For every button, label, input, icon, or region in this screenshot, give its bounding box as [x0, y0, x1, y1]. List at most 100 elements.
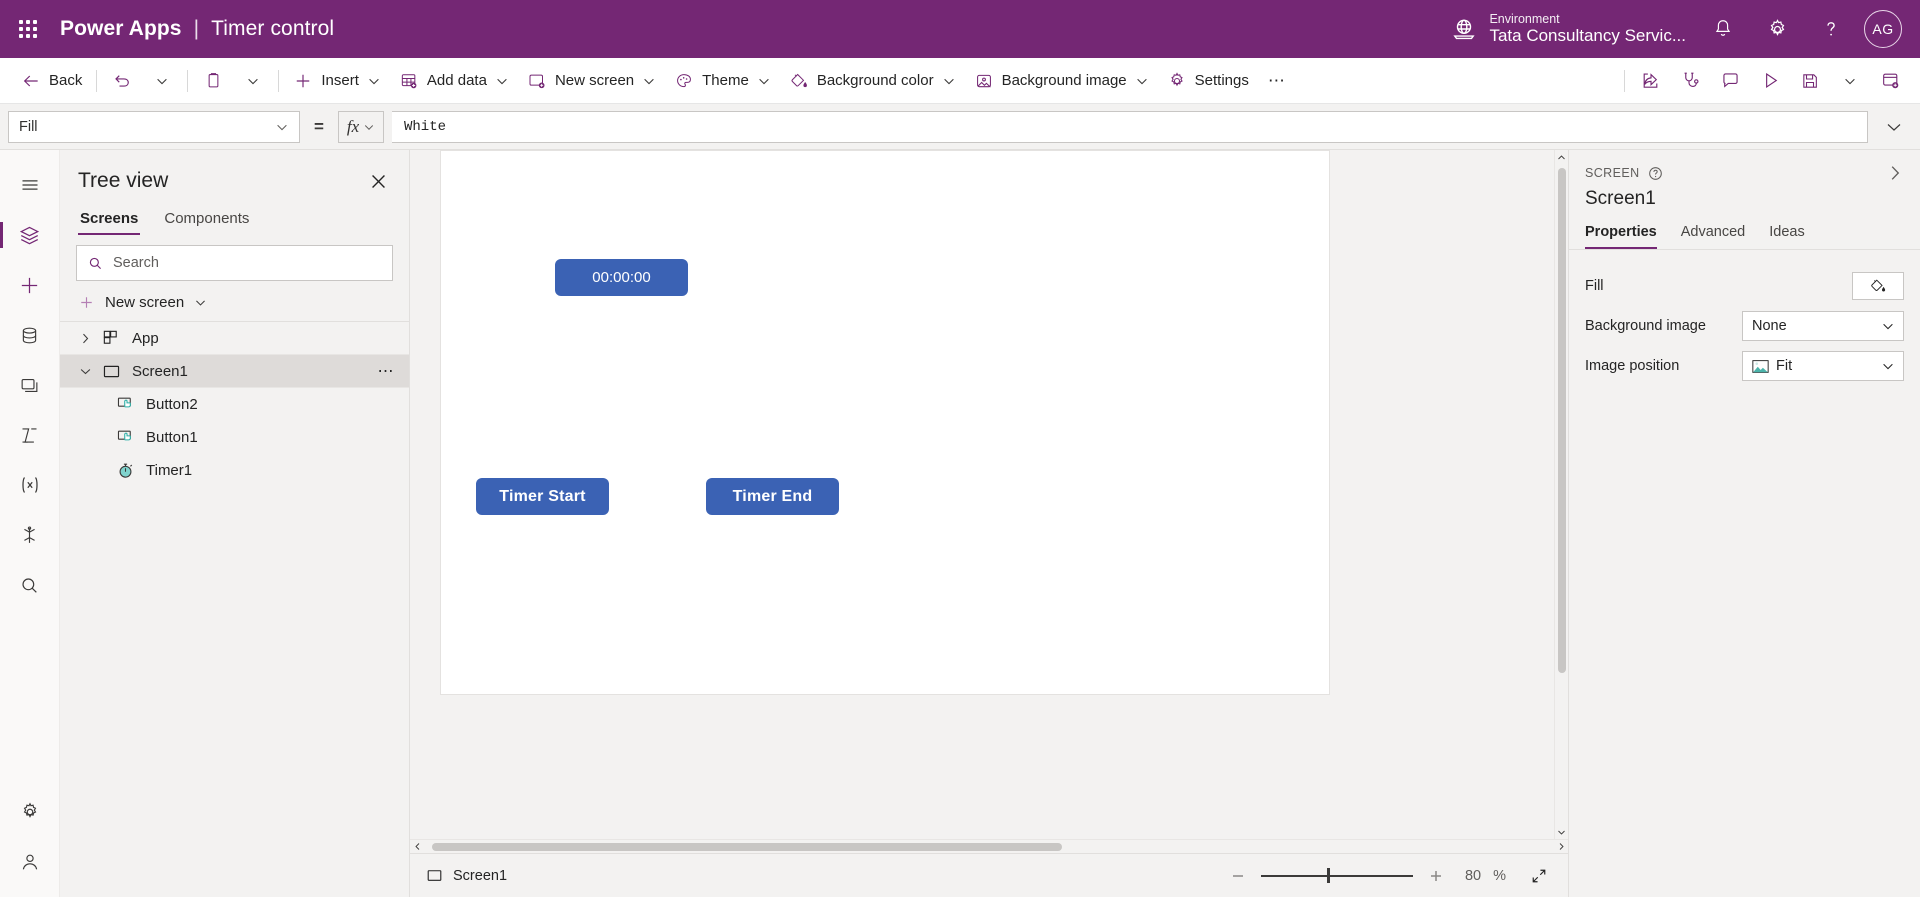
- tab-components[interactable]: Components: [162, 204, 251, 235]
- database-icon: [19, 325, 40, 346]
- zoom-slider-thumb[interactable]: [1327, 868, 1331, 883]
- tree-node-app[interactable]: App: [60, 322, 409, 355]
- canvas-horizontal-scrollbar[interactable]: [410, 839, 1568, 853]
- settings-button[interactable]: [1750, 0, 1804, 58]
- scroll-left-icon[interactable]: [410, 842, 424, 851]
- more-commands-button[interactable]: ⋯: [1258, 71, 1297, 91]
- rail-account-button[interactable]: [8, 837, 52, 887]
- share-button[interactable]: [1630, 63, 1670, 99]
- tab-screens[interactable]: Screens: [78, 204, 141, 235]
- divider: [1624, 69, 1625, 92]
- background-image-select[interactable]: None: [1742, 311, 1904, 341]
- collapse-panel-button[interactable]: [1886, 164, 1904, 182]
- scroll-down-icon[interactable]: [1555, 825, 1568, 839]
- undo-dropdown[interactable]: [142, 63, 182, 99]
- status-screen-indicator[interactable]: Screen1: [426, 867, 507, 884]
- tree-node-timer1[interactable]: Timer1: [60, 454, 409, 487]
- tree-node-screen1[interactable]: Screen1 ⋯: [60, 355, 409, 388]
- zoom-out-button[interactable]: [1227, 865, 1249, 887]
- undo-button[interactable]: [102, 63, 142, 99]
- property-selector[interactable]: Fill: [8, 110, 300, 143]
- timer-end-button[interactable]: Timer End: [706, 478, 839, 515]
- rail-data-button[interactable]: [8, 310, 52, 360]
- settings-label: Settings: [1194, 72, 1249, 89]
- fill-color-button[interactable]: [1852, 272, 1904, 300]
- paste-button[interactable]: [193, 63, 233, 99]
- insert-button[interactable]: Insert: [284, 63, 390, 99]
- notifications-button[interactable]: [1696, 0, 1750, 58]
- settings-command-button[interactable]: Settings: [1158, 63, 1258, 99]
- new-screen-button[interactable]: New screen: [518, 63, 665, 99]
- rail-tree-view-button[interactable]: [0, 210, 52, 260]
- zoom-in-button[interactable]: [1425, 865, 1447, 887]
- comment-icon: [1720, 70, 1741, 91]
- fit-to-screen-button[interactable]: [1526, 863, 1552, 889]
- variables-icon: [18, 473, 42, 497]
- rail-media-button[interactable]: [8, 360, 52, 410]
- paste-dropdown[interactable]: [233, 63, 273, 99]
- back-button[interactable]: Back: [12, 63, 91, 99]
- horizontal-scroll-track[interactable]: [424, 840, 1554, 854]
- canvas-vertical-scrollbar[interactable]: [1554, 150, 1568, 839]
- palette-icon: [674, 71, 694, 91]
- properties-kicker-left: SCREEN: [1585, 166, 1663, 181]
- horizontal-scroll-thumb[interactable]: [432, 842, 1062, 851]
- add-data-label: Add data: [426, 72, 487, 89]
- timer-control[interactable]: 00:00:00: [555, 259, 688, 296]
- chevron-right-icon[interactable]: [72, 332, 98, 345]
- rail-insert-button[interactable]: [8, 260, 52, 310]
- rail-tests-button[interactable]: [8, 510, 52, 560]
- environment-picker[interactable]: Environment Tata Consultancy Servic...: [1451, 12, 1696, 46]
- background-image-button[interactable]: Background image: [965, 63, 1158, 99]
- vertical-scroll-thumb[interactable]: [1558, 168, 1566, 673]
- app-screen-canvas[interactable]: 00:00:00 Timer Start Timer End: [440, 150, 1330, 695]
- comments-button[interactable]: [1710, 63, 1750, 99]
- app-launcher-icon[interactable]: [0, 0, 56, 58]
- publish-button[interactable]: [1870, 63, 1910, 99]
- background-color-button[interactable]: Background color: [780, 63, 965, 99]
- tab-advanced[interactable]: Advanced: [1681, 224, 1746, 249]
- play-icon: [1760, 70, 1781, 91]
- rail-settings-button[interactable]: [8, 787, 52, 837]
- timer-start-button[interactable]: Timer Start: [476, 478, 609, 515]
- tree-node-more-button[interactable]: ⋯: [378, 361, 396, 381]
- formula-text: White: [404, 118, 447, 135]
- canvas-scroll-region[interactable]: 00:00:00 Timer Start Timer End: [410, 150, 1554, 839]
- rail-variables-button[interactable]: [8, 460, 52, 510]
- rail-search-button[interactable]: [8, 560, 52, 610]
- image-position-select[interactable]: Fit: [1742, 351, 1904, 381]
- avatar[interactable]: AG: [1864, 10, 1902, 48]
- save-button[interactable]: [1790, 63, 1830, 99]
- formula-input[interactable]: White: [392, 110, 1868, 143]
- tree-node-label: App: [132, 329, 159, 347]
- scroll-right-icon[interactable]: [1554, 842, 1568, 851]
- new-screen-tree-button[interactable]: New screen: [60, 287, 409, 322]
- app-checker-button[interactable]: [1670, 63, 1710, 99]
- help-circle-icon[interactable]: [1648, 166, 1663, 181]
- formula-bar-expand-button[interactable]: [1876, 117, 1912, 137]
- app-title[interactable]: Timer control: [211, 17, 334, 41]
- fx-button[interactable]: fx: [338, 110, 384, 143]
- search-box[interactable]: [76, 245, 393, 281]
- chevron-down-icon: [194, 296, 207, 309]
- tab-properties[interactable]: Properties: [1585, 224, 1657, 249]
- tree-node-button2[interactable]: Button2: [60, 388, 409, 421]
- rail-power-automate-button[interactable]: [8, 410, 52, 460]
- theme-button[interactable]: Theme: [665, 63, 780, 99]
- rail-menu-button[interactable]: [8, 160, 52, 210]
- close-icon[interactable]: [365, 168, 391, 194]
- product-name[interactable]: Power Apps: [60, 17, 182, 41]
- zoom-slider[interactable]: [1261, 867, 1414, 885]
- preview-button[interactable]: [1750, 63, 1790, 99]
- tree-node-button1[interactable]: Button1: [60, 421, 409, 454]
- scroll-up-icon[interactable]: [1555, 150, 1568, 164]
- save-dropdown[interactable]: [1830, 63, 1870, 99]
- property-label: Fill: [1585, 278, 1604, 294]
- gear-icon: [19, 801, 41, 823]
- tab-ideas[interactable]: Ideas: [1769, 224, 1804, 249]
- search-input[interactable]: [113, 255, 382, 271]
- properties-kicker-label: SCREEN: [1585, 166, 1640, 180]
- help-button[interactable]: [1804, 0, 1858, 58]
- add-data-button[interactable]: Add data: [390, 63, 518, 99]
- chevron-down-icon[interactable]: [72, 365, 98, 378]
